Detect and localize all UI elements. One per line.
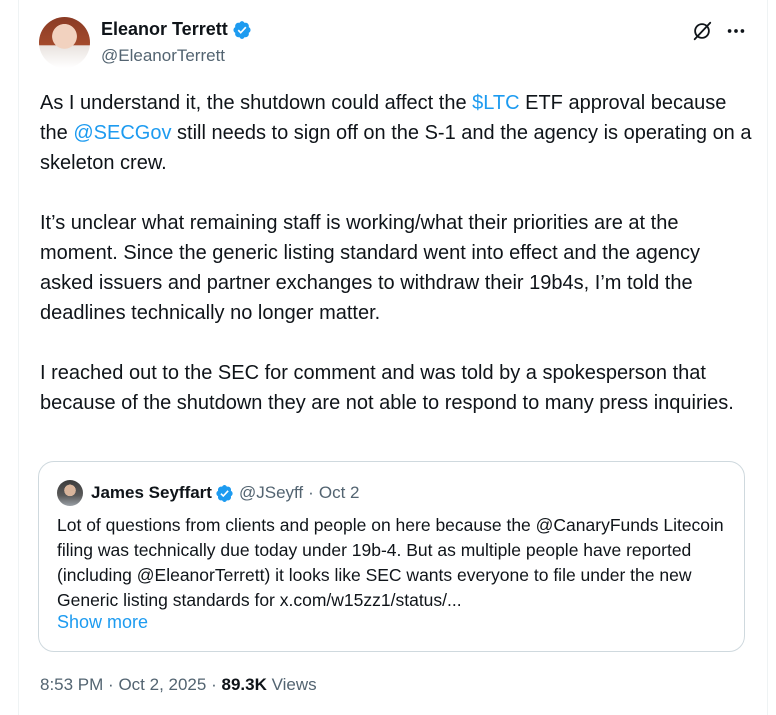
verified-badge-icon[interactable] [232, 20, 252, 40]
tweet-text: As I understand it, the shutdown could a… [40, 88, 755, 418]
quoted-author-name[interactable]: James Seyffart [91, 483, 212, 503]
footer-separator: · [108, 675, 114, 694]
tweet-metadata: 8:53 PM · Oct 2, 2025 · 89.3K Views [40, 675, 317, 695]
author-display-name[interactable]: Eleanor Terrett [101, 19, 228, 40]
quoted-tweet-text: Lot of questions from clients and people… [57, 515, 724, 610]
views-count: 89.3K [221, 675, 267, 694]
quoted-tweet-header: James Seyffart @JSeyff · Oct 2 [57, 480, 359, 506]
mention-secgov-link[interactable]: @SECGov [73, 122, 171, 144]
author-handle[interactable]: @EleanorTerrett [101, 46, 225, 66]
tweet-date[interactable]: Oct 2, 2025 [118, 675, 206, 694]
tweet-paragraph-1: As I understand it, the shutdown could a… [40, 88, 755, 178]
show-more-link[interactable]: Show more [57, 612, 148, 633]
tweet-text-segment: As I understand it, the shutdown could a… [40, 92, 473, 114]
author-name-row: Eleanor Terrett [101, 19, 252, 40]
grok-icon[interactable] [691, 20, 713, 42]
tweet-card: Eleanor Terrett @EleanorTerrett As I und… [18, 0, 768, 715]
author-avatar[interactable] [39, 17, 90, 68]
tweet-time[interactable]: 8:53 PM [40, 675, 103, 694]
quoted-author-avatar[interactable] [57, 480, 83, 506]
footer-separator: · [211, 675, 217, 694]
verified-badge-icon [216, 484, 233, 502]
tweet-paragraph-2: It’s unclear what remaining staff is wor… [40, 212, 701, 324]
views-label: Views [271, 675, 317, 694]
tweet-paragraph-3: I reached out to the SEC for comment and… [40, 362, 734, 414]
quoted-tweet-date[interactable]: Oct 2 [319, 483, 360, 503]
quoted-tweet[interactable]: James Seyffart @JSeyff · Oct 2 Lot of qu… [38, 461, 745, 652]
quoted-author-handle: @JSeyff [238, 483, 304, 502]
cashtag-ltc-link[interactable]: $LTC [472, 92, 519, 114]
more-icon[interactable] [725, 20, 747, 42]
quoted-meta-separator: · [308, 483, 314, 502]
